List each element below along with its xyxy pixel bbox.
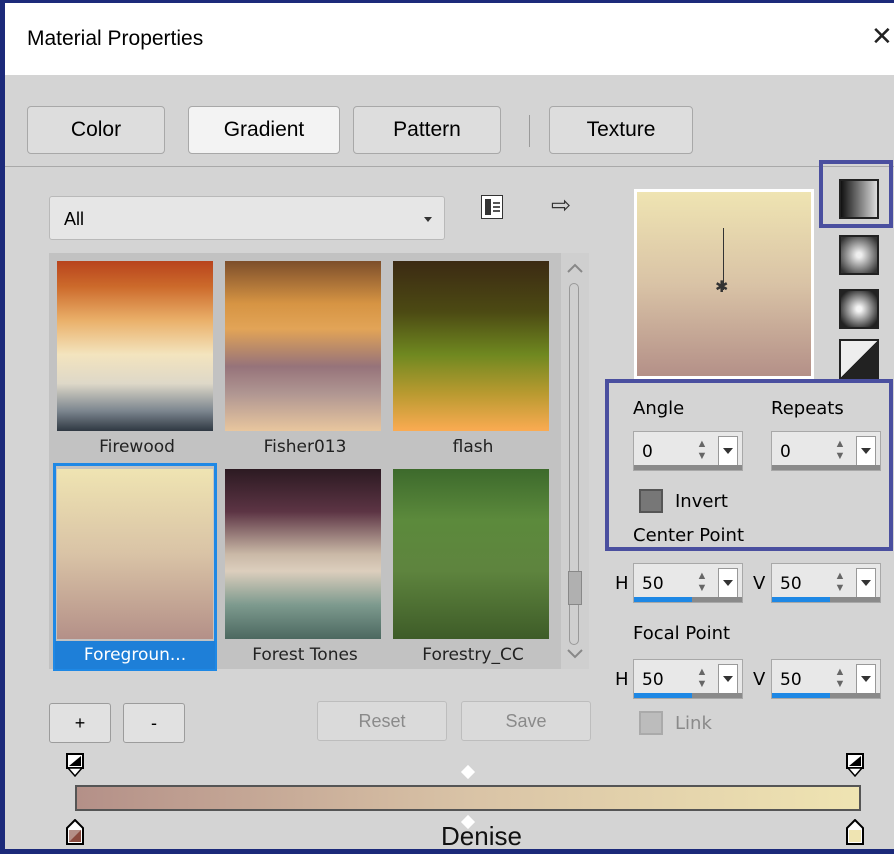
center-v-spinner[interactable]: 50 ▲ ▼ (771, 563, 881, 603)
angle-label: Angle (633, 398, 685, 419)
transparency-stop-icon[interactable] (66, 753, 84, 777)
gradient-swatch (393, 469, 549, 639)
spin-updown-icon[interactable]: ▲ ▼ (834, 666, 846, 692)
gradient-label: Foregroun... (55, 641, 215, 669)
gradient-preview[interactable]: ✱ (634, 189, 814, 379)
center-h-level (634, 597, 693, 602)
focal-h-label: H (615, 669, 629, 690)
gradient-label: Firewood (99, 437, 175, 457)
angle-spinner[interactable]: 0 ▲ ▼ (633, 431, 743, 471)
radial-style-icon[interactable] (839, 289, 879, 329)
transparency-midpoint-icon[interactable] (460, 764, 476, 780)
tab-separator (529, 115, 530, 147)
gradient-label: flash (452, 437, 494, 457)
focal-h-spinner[interactable]: 50 ▲ ▼ (633, 659, 743, 699)
gradient-item-firewood[interactable]: Firewood (49, 253, 213, 461)
tab-pattern[interactable]: Pattern (353, 106, 501, 154)
focal-h-level (634, 693, 693, 698)
add-button[interactable]: + (49, 703, 111, 743)
divider (5, 166, 894, 167)
tab-texture[interactable]: Texture (549, 106, 693, 154)
spin-updown-icon[interactable]: ▲ ▼ (696, 666, 708, 692)
gradient-item-fisher013[interactable]: Fisher013 (217, 253, 381, 461)
remove-button[interactable]: - (123, 703, 185, 743)
focal-v-level (772, 693, 831, 698)
material-properties-window: Material Properties ✕ Color Gradient Pat… (0, 0, 894, 854)
focal-v-label: V (753, 669, 766, 690)
rectangular-style-icon[interactable] (839, 235, 879, 275)
center-v-label: V (753, 573, 766, 594)
category-dropdown[interactable]: All (49, 196, 445, 240)
scroll-thumb[interactable] (568, 571, 582, 605)
sunburst-style-icon[interactable] (839, 339, 879, 379)
gradient-item-forest-tones[interactable]: Forest Tones (217, 461, 381, 669)
spin-updown-icon[interactable]: ▲ ▼ (696, 570, 708, 596)
dropdown-icon[interactable] (856, 568, 876, 598)
link-label: Link (675, 713, 712, 734)
linear-style-icon[interactable] (839, 179, 879, 219)
close-icon[interactable]: ✕ (871, 21, 893, 51)
scroll-down-icon[interactable] (567, 649, 583, 659)
dropdown-icon[interactable] (718, 568, 738, 598)
gradient-label: Forest Tones (252, 645, 358, 665)
scroll-up-icon[interactable] (567, 263, 583, 273)
center-marker-icon: ✱ (715, 279, 729, 296)
selection-frame (53, 463, 217, 671)
gradient-item-forestry-cc[interactable]: Forestry_CC (385, 461, 549, 669)
invert-label: Invert (675, 491, 728, 512)
center-v-level (772, 597, 831, 602)
dropdown-icon[interactable] (718, 664, 738, 694)
center-h-value: 50 (642, 574, 664, 594)
arrow-right-icon[interactable]: ⇨ (551, 193, 571, 219)
tab-gradient[interactable]: Gradient (188, 106, 340, 154)
dropdown-icon[interactable] (856, 436, 876, 466)
color-stop-end-icon[interactable] (846, 819, 864, 845)
gradient-item-foreground[interactable]: Foregroun... (49, 461, 217, 671)
dropdown-icon[interactable] (856, 664, 876, 694)
spin-updown-icon[interactable]: ▲ ▼ (834, 438, 846, 464)
gradient-label: Fisher013 (263, 437, 347, 457)
chevron-down-icon (424, 217, 432, 222)
link-checkbox[interactable] (639, 711, 663, 735)
gradient-swatch (57, 261, 213, 431)
save-button[interactable]: Save (461, 701, 591, 741)
center-v-value: 50 (780, 574, 802, 594)
repeats-spinner[interactable]: 0 ▲ ▼ (771, 431, 881, 471)
center-h-spinner[interactable]: 50 ▲ ▼ (633, 563, 743, 603)
reset-button[interactable]: Reset (317, 701, 447, 741)
angle-value: 0 (642, 442, 653, 462)
center-point-label: Center Point (633, 525, 744, 546)
spin-updown-icon[interactable]: ▲ ▼ (696, 438, 708, 464)
transparency-stop-icon[interactable] (846, 753, 864, 777)
gradient-swatch (393, 261, 549, 431)
spin-track (634, 465, 742, 470)
spin-updown-icon[interactable]: ▲ ▼ (834, 570, 846, 596)
watermark-text: Denise (441, 821, 522, 851)
tab-color[interactable]: Color (27, 106, 165, 154)
gradient-item-flash[interactable]: flash (385, 253, 549, 461)
invert-checkbox[interactable] (639, 489, 663, 513)
gradient-grid: Firewood Fisher013 flash Foregroun... Fo… (49, 253, 589, 671)
gradient-bar[interactable] (75, 785, 861, 811)
gradient-label: Forestry_CC (422, 645, 524, 665)
repeats-label: Repeats (771, 398, 844, 419)
gradient-scrollbar[interactable] (561, 253, 589, 669)
color-stop-start-icon[interactable] (66, 819, 84, 845)
dropdown-icon[interactable] (718, 436, 738, 466)
repeats-value: 0 (780, 442, 791, 462)
title-bar: Material Properties ✕ (5, 3, 894, 75)
spin-track (772, 465, 880, 470)
focal-v-spinner[interactable]: 50 ▲ ▼ (771, 659, 881, 699)
focal-v-value: 50 (780, 670, 802, 690)
focal-point-label: Focal Point (633, 623, 731, 644)
library-icon[interactable] (481, 195, 503, 219)
center-h-label: H (615, 573, 629, 594)
window-title: Material Properties (27, 27, 204, 50)
focal-h-value: 50 (642, 670, 664, 690)
category-value: All (64, 209, 85, 229)
gradient-swatch (225, 261, 381, 431)
gradient-swatch (225, 469, 381, 639)
